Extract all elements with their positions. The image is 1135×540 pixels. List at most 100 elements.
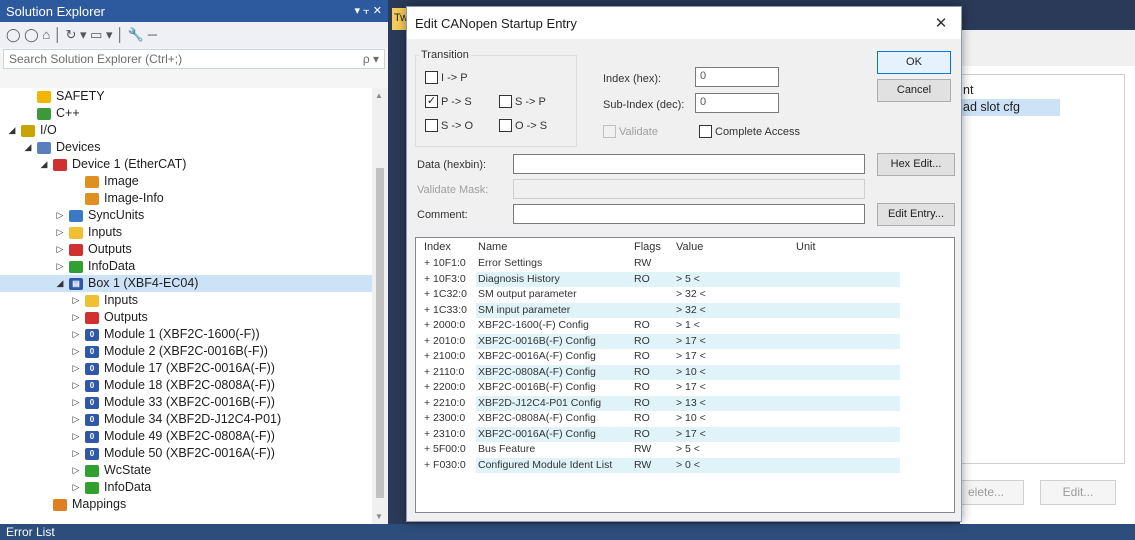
tree-node[interactable]: ▷ 0 Module 34 (XBF2D-J12C4-P01)	[0, 411, 372, 428]
edit-entry-button[interactable]: Edit Entry...	[877, 203, 955, 226]
close-icon[interactable]: ✕	[921, 14, 961, 32]
checkbox-box[interactable]	[499, 119, 512, 132]
list-row[interactable]: + 1C33:0 SM input parameter > 32 <	[416, 302, 954, 318]
transition-s-p-checkbox[interactable]: S -> P	[499, 95, 546, 108]
tree-node[interactable]: ▷ InfoData	[0, 258, 372, 275]
tree-node[interactable]: ▷ 0 Module 2 (XBF2C-0016B(-F))	[0, 343, 372, 360]
transition-i-p-checkbox[interactable]: I -> P	[425, 71, 468, 84]
error-list-tab[interactable]: Error List	[0, 524, 1135, 540]
checkbox-box[interactable]	[499, 95, 512, 108]
transition-o-s-checkbox[interactable]: O -> S	[499, 119, 547, 132]
expand-toggle-icon[interactable]: ◢	[22, 139, 34, 156]
column-header-unit[interactable]: Unit	[794, 238, 840, 256]
expand-toggle-icon[interactable]: ▷	[54, 241, 66, 258]
right-panel-list-item[interactable]: ad slot cfg	[960, 99, 1060, 116]
transition-s-o-checkbox[interactable]: S -> O	[425, 119, 473, 132]
tree-node[interactable]: ▷ Outputs	[0, 309, 372, 326]
list-row[interactable]: + 1C32:0 SM output parameter > 32 <	[416, 287, 954, 303]
panel-window-controls[interactable]: ▾ ⫟ ✕	[354, 4, 382, 18]
tree-node[interactable]: ▷ 0 Module 18 (XBF2C-0808A(-F))	[0, 377, 372, 394]
tree-node[interactable]: ▷ Inputs	[0, 292, 372, 309]
ok-button[interactable]: OK	[877, 51, 951, 74]
tree-node[interactable]: ▷ InfoData	[0, 479, 372, 496]
list-row[interactable]: + F030:0 Configured Module Ident List RW > …	[416, 457, 954, 473]
tree-node[interactable]: Image-Info	[0, 190, 372, 207]
checkbox-box[interactable]	[699, 125, 712, 138]
expand-toggle-icon[interactable]: ▷	[70, 479, 82, 496]
tree-node[interactable]: ◢ Devices	[0, 139, 372, 156]
expand-toggle-icon[interactable]: ▷	[70, 326, 82, 343]
column-header-value[interactable]: Value	[674, 238, 794, 256]
tree-node[interactable]: ▷ SyncUnits	[0, 207, 372, 224]
list-row[interactable]: + 2210:0 XBF2D-J12C4-P01 Config RO > 13 <	[416, 395, 954, 411]
list-row[interactable]: + 2010:0 XBF2C-0016B(-F) Config RO > 17 <	[416, 333, 954, 349]
tree-node[interactable]: ▷ 0 Module 50 (XBF2C-0016A(-F))	[0, 445, 372, 462]
search-icon[interactable]: ρ ▾	[363, 52, 379, 66]
expand-toggle-icon[interactable]: ▷	[70, 394, 82, 411]
column-header-flags[interactable]: Flags	[632, 238, 674, 256]
list-row[interactable]: + 10F3:0 Diagnosis History RO > 5 <	[416, 271, 954, 287]
cancel-button[interactable]: Cancel	[877, 79, 951, 102]
solution-explorer-search-input[interactable]: Search Solution Explorer (Ctrl+;) ρ ▾	[3, 49, 385, 69]
list-row[interactable]: + 2000:0 XBF2C-1600(-F) Config RO > 1 <	[416, 318, 954, 334]
tree-node[interactable]: ▷ Inputs	[0, 224, 372, 241]
hex-edit-button[interactable]: Hex Edit...	[877, 153, 955, 176]
checkbox-box[interactable]	[425, 71, 438, 84]
expand-toggle-icon[interactable]: ◢	[54, 275, 66, 292]
checkbox-box[interactable]	[603, 125, 616, 138]
expand-toggle-icon[interactable]: ▷	[70, 360, 82, 377]
validate-checkbox[interactable]: Validate	[603, 125, 658, 138]
tree-node[interactable]: ▷ 0 Module 49 (XBF2C-0808A(-F))	[0, 428, 372, 445]
data-hexbin-input[interactable]	[513, 154, 865, 174]
list-row[interactable]: + 2200:0 XBF2C-0016B(-F) Config RO > 17 <	[416, 380, 954, 396]
transition-p-s-checkbox[interactable]: ✓ P -> S	[425, 95, 472, 108]
tree-node[interactable]: Image	[0, 173, 372, 190]
tree-node[interactable]: ▷ 0 Module 1 (XBF2C-1600(-F))	[0, 326, 372, 343]
column-header-index[interactable]: Index	[416, 238, 476, 256]
tree-node[interactable]: Mappings	[0, 496, 372, 513]
tree-node[interactable]: C++	[0, 105, 372, 122]
expand-toggle-icon[interactable]: ▷	[70, 462, 82, 479]
tree-node[interactable]: ▷ 0 Module 33 (XBF2C-0016B(-F))	[0, 394, 372, 411]
checkmark-icon[interactable]: ✓	[425, 95, 438, 108]
tree-node[interactable]: SAFETY	[0, 88, 372, 105]
expand-toggle-icon[interactable]: ▷	[70, 411, 82, 428]
index-hex-input[interactable]: 0	[695, 67, 779, 87]
list-row[interactable]: + 2110:0 XBF2C-0808A(-F) Config RO > 10 <	[416, 364, 954, 380]
tree-node[interactable]: ▷ Outputs	[0, 241, 372, 258]
expand-toggle-icon[interactable]: ▷	[70, 343, 82, 360]
tree-node[interactable]: ▷ WcState	[0, 462, 372, 479]
column-header-name[interactable]: Name	[476, 238, 632, 256]
comment-input[interactable]	[513, 204, 865, 224]
expand-toggle-icon[interactable]: ▷	[70, 428, 82, 445]
subindex-dec-input[interactable]: 0	[695, 93, 779, 113]
expand-toggle-icon[interactable]: ▷	[70, 445, 82, 462]
expand-toggle-icon[interactable]: ▷	[70, 377, 82, 394]
list-row[interactable]: + 10F1:0 Error Settings RW	[416, 256, 954, 272]
right-panel-list-item[interactable]: nt	[960, 82, 1060, 99]
list-row[interactable]: + 2310:0 XBF2C-0016A(-F) Config RO > 17 <	[416, 426, 954, 442]
expand-toggle-icon[interactable]: ◢	[38, 156, 50, 173]
scroll-up-icon[interactable]: ▲	[375, 91, 383, 100]
tree-node[interactable]: ◢ Device 1 (EtherCAT)	[0, 156, 372, 173]
object-dictionary-list[interactable]: Index Name Flags Value Unit + 10F1:0 Erro…	[415, 237, 955, 513]
list-row[interactable]: + 5F00:0 Bus Feature RW > 5 <	[416, 442, 954, 458]
expand-toggle-icon[interactable]: ▷	[54, 258, 66, 275]
scroll-down-icon[interactable]: ▼	[375, 512, 383, 521]
expand-toggle-icon[interactable]: ▷	[54, 207, 66, 224]
tree-node[interactable]: ◢ I/O	[0, 122, 372, 139]
expand-toggle-icon[interactable]: ▷	[54, 224, 66, 241]
expand-toggle-icon[interactable]: ▷	[70, 292, 82, 309]
tree-node[interactable]: ▷ 0 Module 17 (XBF2C-0016A(-F))	[0, 360, 372, 377]
edit-button[interactable]: Edit...	[1040, 480, 1116, 505]
expand-toggle-icon[interactable]: ◢	[6, 122, 18, 139]
validate-mask-input[interactable]	[513, 179, 865, 199]
expand-toggle-icon[interactable]: ▷	[70, 309, 82, 326]
list-row[interactable]: + 2300:0 XBF2C-0808A(-F) Config RO > 10 <	[416, 411, 954, 427]
tree-scrollbar[interactable]: ▲ ▼	[372, 88, 388, 524]
tree-node[interactable]: ◢ ▤ Box 1 (XBF4-EC04)	[0, 275, 372, 292]
scrollbar-thumb[interactable]	[376, 168, 384, 498]
checkbox-box[interactable]	[425, 119, 438, 132]
complete-access-checkbox[interactable]: Complete Access	[699, 125, 800, 138]
solution-explorer-toolbar[interactable]: ◯ ◯ ⌂ │ ↻ ▾ ▭ ▾ │ 🔧 ─	[0, 22, 388, 48]
